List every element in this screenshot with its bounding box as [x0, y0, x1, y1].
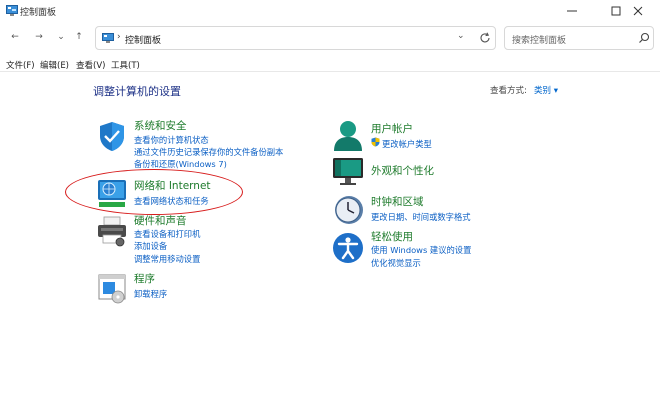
link-change-account-type[interactable]: 更改帐户类型 [382, 138, 432, 150]
page-title: 调整计算机的设置 [93, 85, 181, 98]
minimize-icon [567, 10, 577, 12]
link-optimize-visual-display[interactable]: 优化视觉显示 [371, 257, 421, 269]
accessibility-icon[interactable] [331, 231, 365, 265]
address-bar[interactable]: › 控制面板 ⌄ [95, 26, 496, 50]
search-icon[interactable] [638, 32, 650, 44]
link-windows-recommended-settings[interactable]: 使用 Windows 建议的设置 [371, 244, 471, 256]
breadcrumb-separator: › [117, 32, 121, 42]
category-appearance-personalization[interactable]: 外观和个性化 [371, 163, 434, 178]
link-mobility-settings[interactable]: 调整常用移动设置 [134, 253, 200, 265]
printer-icon[interactable] [95, 214, 129, 248]
link-add-device[interactable]: 添加设备 [134, 240, 167, 252]
search-placeholder: 搜索控制面板 [512, 36, 567, 46]
refresh-icon[interactable] [478, 31, 492, 45]
breadcrumb-control-panel[interactable]: 控制面板 [125, 33, 161, 46]
monitor-icon[interactable] [331, 154, 365, 188]
window-title: 控制面板 [20, 8, 57, 18]
minimize-button[interactable] [550, 0, 594, 22]
control-panel-icon [6, 5, 18, 16]
forward-arrow-icon: → [35, 32, 43, 42]
search-box[interactable]: 搜索控制面板 [504, 26, 654, 50]
menu-tools[interactable]: 工具(T) [111, 59, 140, 71]
link-devices-printers[interactable]: 查看设备和打印机 [134, 228, 200, 240]
link-uninstall-program[interactable]: 卸载程序 [134, 288, 167, 300]
chevron-down-icon: ⌄ [57, 32, 65, 42]
category-clock-region[interactable]: 时钟和区域 [371, 194, 424, 209]
category-user-accounts[interactable]: 用户帐户 [371, 121, 413, 136]
control-panel-icon [102, 33, 114, 43]
programs-icon[interactable] [95, 271, 129, 305]
back-button[interactable]: ← [6, 28, 24, 46]
link-view-computer-status[interactable]: 查看你的计算机状态 [134, 134, 209, 146]
up-button[interactable]: ↑ [70, 28, 88, 46]
category-system-security[interactable]: 系统和安全 [134, 118, 187, 133]
menu-edit[interactable]: 编辑(E) [40, 59, 69, 71]
title-bar: 控制面板 [0, 0, 660, 22]
close-icon [633, 6, 643, 16]
menu-file[interactable]: 文件(F) [6, 59, 35, 71]
category-hardware-sound[interactable]: 硬件和声音 [134, 213, 187, 228]
link-file-history-backup[interactable]: 通过文件历史记录保存你的文件备份副本 [134, 146, 283, 158]
link-date-time-format[interactable]: 更改日期、时间或数字格式 [371, 211, 471, 223]
clock-icon[interactable] [331, 193, 365, 227]
category-programs[interactable]: 程序 [134, 271, 155, 286]
view-by-label: 查看方式: [490, 86, 527, 96]
view-by-dropdown[interactable]: 类别 ▾ [534, 84, 558, 96]
recent-locations-button[interactable]: ⌄ [52, 28, 70, 46]
user-icon[interactable] [331, 118, 365, 152]
menu-bar: 文件(F) 编辑(E) 查看(V) 工具(T) [0, 56, 660, 72]
red-annotation-ellipse [65, 169, 243, 215]
up-arrow-icon: ↑ [75, 32, 83, 42]
uac-shield-icon [371, 137, 380, 147]
shield-icon[interactable] [95, 119, 129, 153]
close-button[interactable] [616, 0, 660, 22]
address-dropdown-icon[interactable]: ⌄ [457, 31, 469, 45]
back-arrow-icon: ← [11, 32, 19, 42]
forward-button[interactable]: → [30, 28, 48, 46]
category-ease-of-access[interactable]: 轻松使用 [371, 229, 413, 244]
menu-view[interactable]: 查看(V) [76, 59, 105, 71]
